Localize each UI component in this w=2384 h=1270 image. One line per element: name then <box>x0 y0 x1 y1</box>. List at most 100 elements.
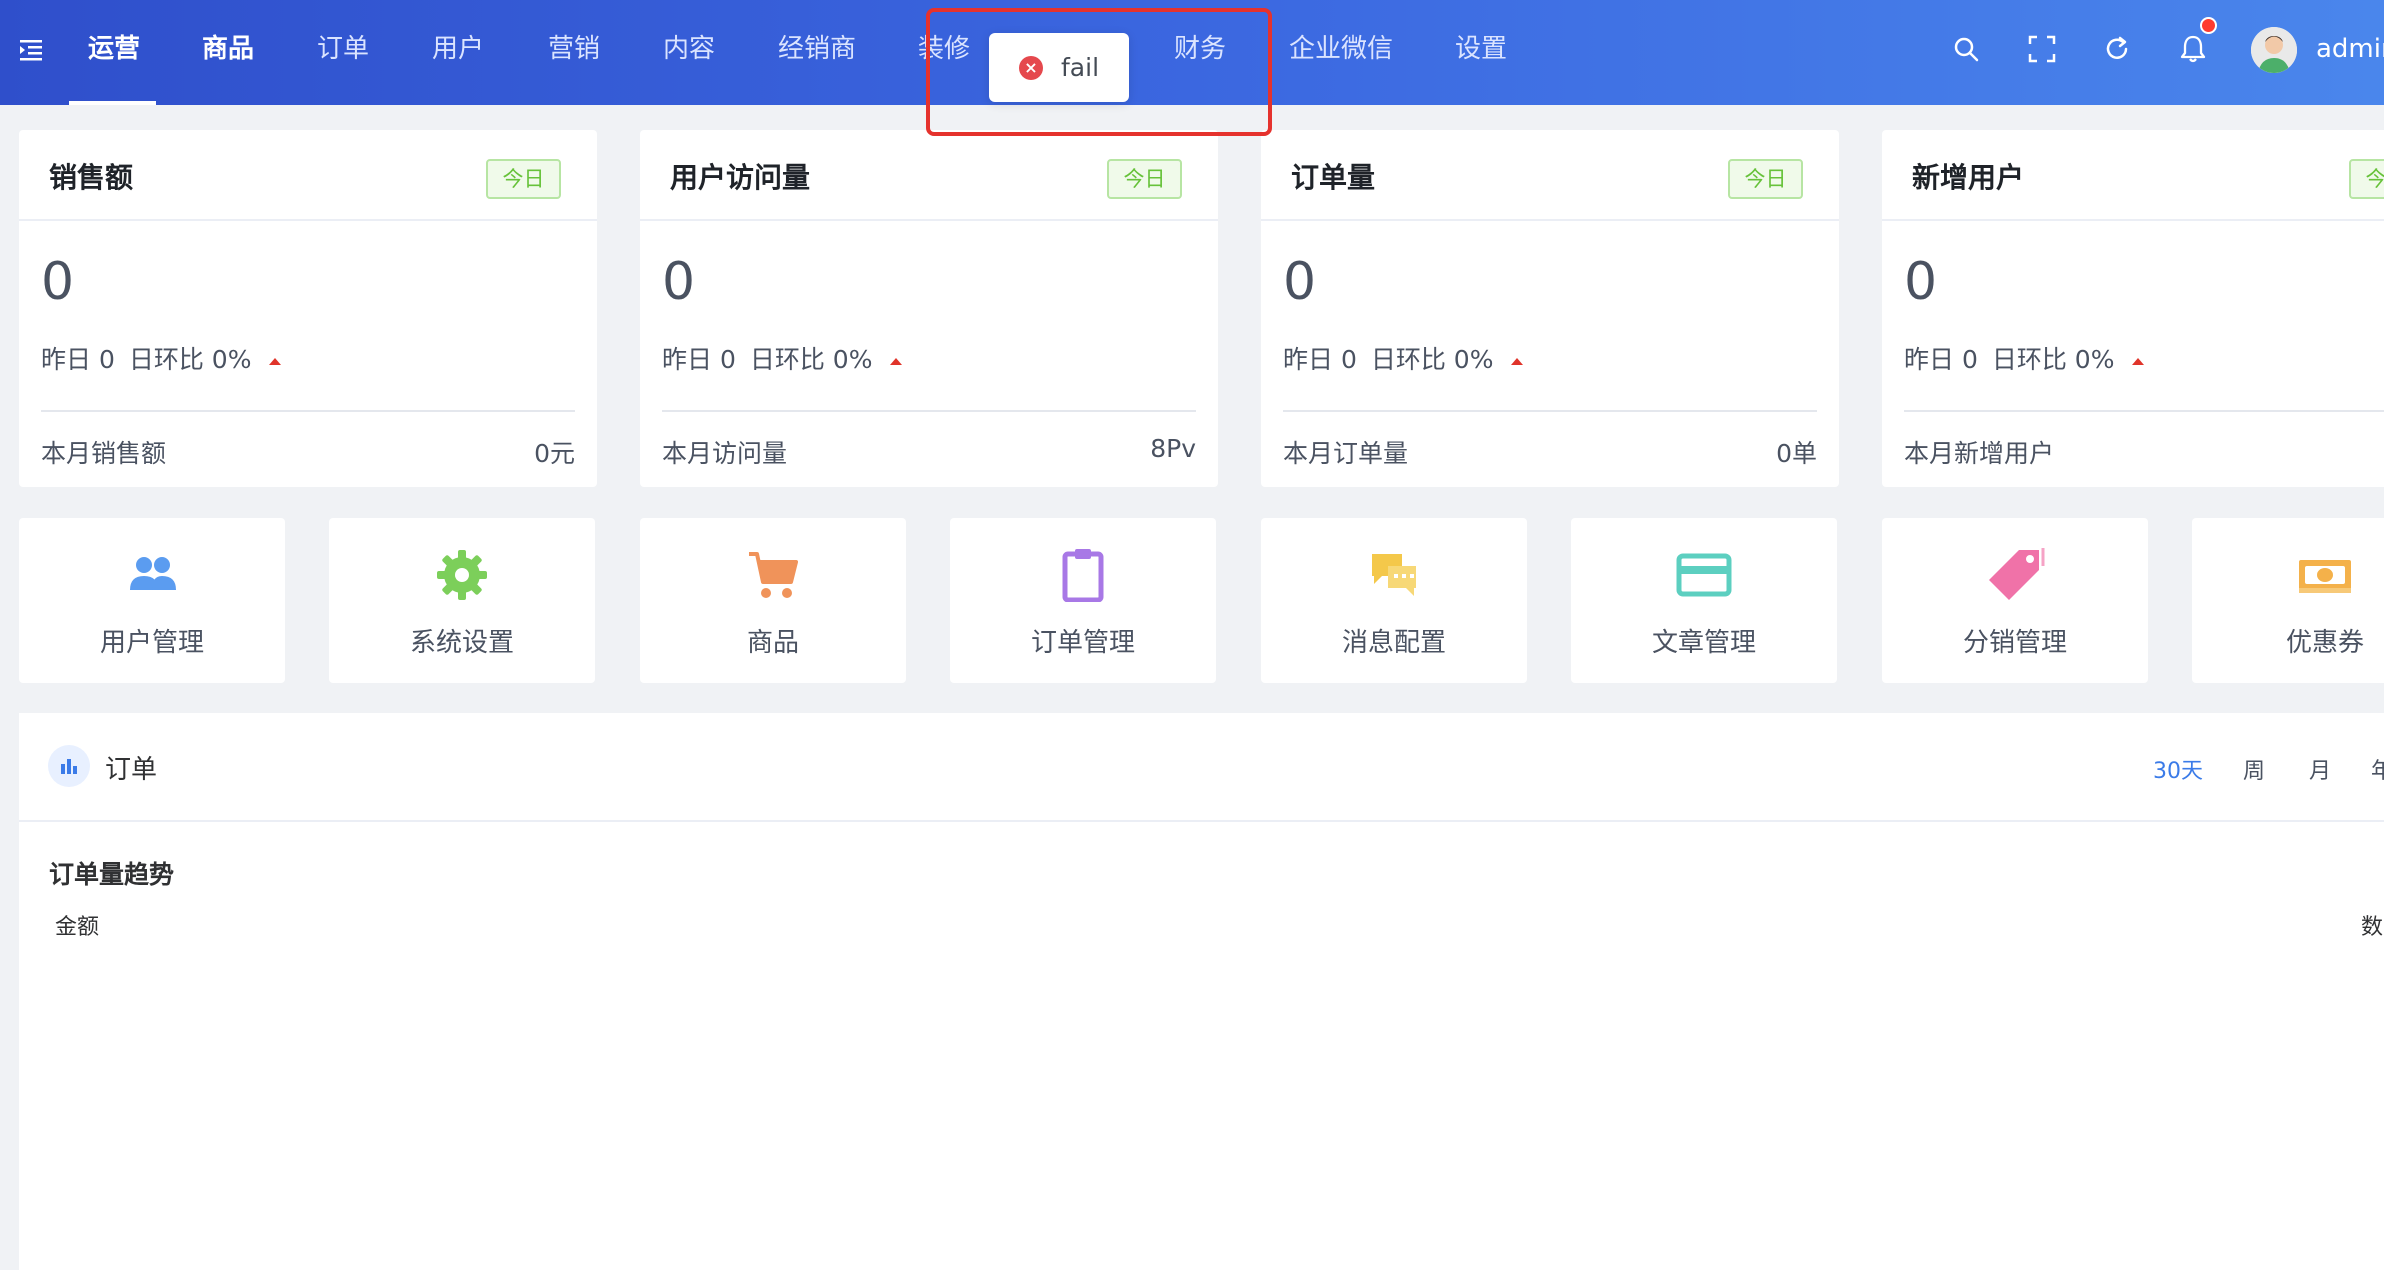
quick-menu-distribution[interactable]: 分销管理 <box>1882 518 2148 683</box>
nav-item-users[interactable]: 用户 <box>432 0 484 105</box>
error-toast: × fail <box>989 33 1129 102</box>
range-tab-week[interactable]: 周 <box>2243 753 2265 785</box>
divider <box>1283 410 1817 412</box>
quick-menu-label: 分销管理 <box>1962 628 2067 658</box>
nav-item-products[interactable]: 商品 <box>202 0 254 105</box>
users-icon <box>130 557 176 590</box>
nav-item-content[interactable]: 内容 <box>663 0 715 105</box>
quick-menu-label: 优惠券 <box>2285 628 2364 658</box>
stat-card-sales: 销售额 今日 0 昨日 0 日环比 0% 本月销售额 0元 <box>19 130 597 487</box>
quick-menu-label: 系统设置 <box>409 628 514 658</box>
daily-ratio: 日环比 0% <box>1370 345 1494 374</box>
fullscreen-icon[interactable] <box>2026 33 2058 65</box>
quick-menu-label: 文章管理 <box>1651 628 1756 658</box>
order-panel-title: 订单 <box>105 755 158 785</box>
today-tag: 今日 <box>1728 159 1803 199</box>
y-axis-right-label: 数 <box>2361 915 2384 940</box>
stat-compare: 昨日 0 日环比 0% <box>41 340 282 376</box>
close-circle-icon: × <box>1019 55 1043 80</box>
yesterday-value: 昨日 0 <box>41 345 115 374</box>
stat-compare: 昨日 0 日环比 0% <box>1904 340 2145 376</box>
stat-title: 销售额 <box>49 161 134 194</box>
quick-menu-user-management[interactable]: 用户管理 <box>19 518 285 683</box>
y-axis-left-label: 金额 <box>55 915 100 940</box>
gear-icon <box>437 550 487 600</box>
divider <box>41 410 575 412</box>
nav-item-settings[interactable]: 设置 <box>1455 0 1507 105</box>
stat-value: 0 <box>41 252 75 312</box>
month-value: 8Pv <box>1150 434 1196 463</box>
cart-icon <box>749 552 798 598</box>
daily-ratio: 日环比 0% <box>749 345 873 374</box>
today-tag: 今日 <box>1107 159 1182 199</box>
stat-card-visits: 用户访问量 今日 0 昨日 0 日环比 0% 本月访问量 8Pv <box>640 130 1218 487</box>
quick-menu-article-management[interactable]: 文章管理 <box>1571 518 1837 683</box>
month-label: 本月销售额 <box>41 439 167 468</box>
range-tab-30-days[interactable]: 30天 <box>2153 753 2203 785</box>
order-panel: 订单 30天 周 月 年 订单量趋势 金额 数 <box>19 713 2384 1270</box>
refresh-icon[interactable] <box>2101 33 2133 65</box>
month-label: 本月订单量 <box>1283 439 1409 468</box>
month-value: 0单 <box>1776 439 1817 468</box>
stat-title: 新增用户 <box>1912 161 2025 194</box>
quick-menu-order-management[interactable]: 订单管理 <box>950 518 1216 683</box>
order-panel-header: 订单 30天 周 月 年 <box>19 713 2384 822</box>
dashboard-page: 运营 商品 订单 用户 营销 内容 经销商 装修 财务 企业微信 设置 admi… <box>0 0 2384 1270</box>
menu-fold-icon[interactable] <box>16 35 46 65</box>
quick-menu-coupons[interactable]: 优惠券 <box>2192 518 2384 683</box>
range-tab-year[interactable]: 年 <box>2371 753 2384 785</box>
stat-value: 0 <box>1283 252 1317 312</box>
nav-item-wecom[interactable]: 企业微信 <box>1289 0 1393 105</box>
username[interactable]: admin <box>2316 0 2384 100</box>
yesterday-value: 昨日 0 <box>1283 345 1357 374</box>
notification-badge <box>2200 17 2217 34</box>
daily-ratio: 日环比 0% <box>128 345 252 374</box>
arrow-up-icon <box>1511 357 1524 365</box>
quick-menu-label: 用户管理 <box>99 628 204 658</box>
stat-compare: 昨日 0 日环比 0% <box>662 340 903 376</box>
divider <box>1904 410 2384 412</box>
stat-title: 用户访问量 <box>670 161 811 194</box>
arrow-up-icon <box>2132 357 2145 365</box>
bell-icon[interactable] <box>2177 33 2209 65</box>
nav-item-distributors[interactable]: 经销商 <box>778 0 856 105</box>
quick-menu-label: 订单管理 <box>1030 628 1135 658</box>
stat-card-new-users: 新增用户 今日 0 昨日 0 日环比 0% 本月新增用户 <box>1882 130 2384 487</box>
tag-icon <box>1989 548 2045 600</box>
chat-icon <box>1372 554 1416 596</box>
yesterday-value: 昨日 0 <box>662 345 736 374</box>
arrow-up-icon <box>890 357 903 365</box>
quick-menu-label: 商品 <box>746 628 799 658</box>
nav-item-orders[interactable]: 订单 <box>317 0 369 105</box>
quick-menu-message-config[interactable]: 消息配置 <box>1261 518 1527 683</box>
stat-value: 0 <box>662 252 696 312</box>
divider <box>1882 219 2384 221</box>
nav-item-operations[interactable]: 运营 <box>88 0 140 105</box>
month-label: 本月新增用户 <box>1904 439 2055 468</box>
month-value: 0元 <box>534 439 575 468</box>
range-tab-month[interactable]: 月 <box>2309 753 2331 785</box>
card-icon <box>1676 553 1732 597</box>
bar-chart-icon <box>48 745 90 787</box>
divider <box>19 219 597 221</box>
divider <box>1261 219 1839 221</box>
daily-ratio: 日环比 0% <box>1991 345 2115 374</box>
stat-card-orders: 订单量 今日 0 昨日 0 日环比 0% 本月订单量 0单 <box>1261 130 1839 487</box>
divider <box>640 219 1218 221</box>
nav-active-indicator <box>69 101 156 105</box>
yesterday-value: 昨日 0 <box>1904 345 1978 374</box>
quick-menu-system-settings[interactable]: 系统设置 <box>329 518 595 683</box>
today-tag: 今日 <box>2349 159 2384 199</box>
stat-value: 0 <box>1904 252 1938 312</box>
divider <box>662 410 1196 412</box>
search-icon[interactable] <box>1950 33 1982 65</box>
stat-compare: 昨日 0 日环比 0% <box>1283 340 1524 376</box>
quick-menu-products[interactable]: 商品 <box>640 518 906 683</box>
nav-item-marketing[interactable]: 营销 <box>548 0 600 105</box>
toast-message: fail <box>1061 53 1100 82</box>
quick-menu-label: 消息配置 <box>1341 628 1446 658</box>
avatar-image <box>2251 27 2297 73</box>
avatar[interactable] <box>2251 27 2297 73</box>
today-tag: 今日 <box>486 159 561 199</box>
clipboard-icon <box>1062 549 1104 602</box>
